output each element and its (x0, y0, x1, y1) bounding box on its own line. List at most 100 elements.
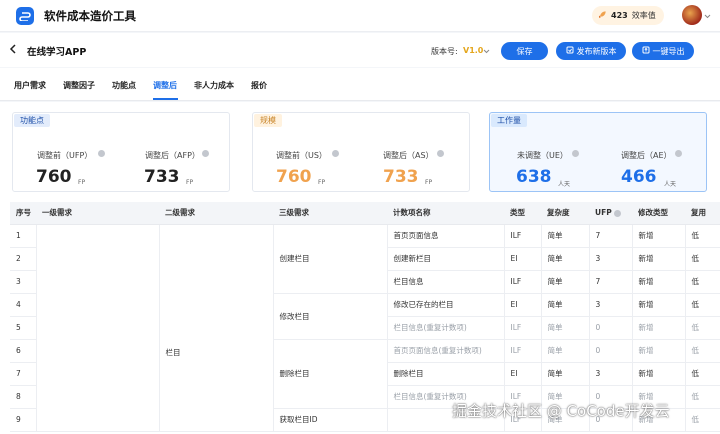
avatar[interactable] (682, 5, 702, 25)
save-button[interactable]: 保存 (501, 42, 548, 60)
publish-version-button[interactable]: 发布新版本 (556, 42, 626, 60)
cell-reuse[interactable]: 低 (684, 270, 720, 294)
cell-modify-type[interactable]: 新增 (631, 224, 685, 248)
metric-unit: 人天 (558, 181, 571, 188)
col-header: 二级需求 (159, 202, 273, 225)
cell-ufp: 0 (588, 316, 632, 340)
table-row[interactable]: 1 栏目 创建栏目 首页页面信息 ILF 简单 7 新增 低 (10, 224, 720, 432)
info-icon[interactable] (98, 150, 105, 157)
export-icon (642, 46, 650, 56)
app-title: 软件成本造价工具 (44, 9, 136, 23)
cell-modify-type[interactable]: 新增 (631, 316, 685, 340)
col-header: 三级需求 (273, 202, 387, 225)
cell-type[interactable]: EI (503, 293, 541, 317)
rocket-icon (598, 10, 607, 21)
metric-value: 733 (383, 167, 419, 187)
cell-reuse[interactable]: 低 (684, 385, 720, 409)
cell-complexity[interactable]: 简单 (540, 339, 589, 363)
cell-ufp: 3 (588, 293, 632, 317)
metric-unit: FP (318, 179, 326, 186)
cell-complexity[interactable]: 简单 (540, 293, 589, 317)
cell-complexity[interactable]: 简单 (540, 247, 589, 271)
info-icon[interactable] (675, 150, 682, 157)
metric-label: 调整后（AE） (621, 151, 672, 160)
cell-reuse[interactable]: 低 (684, 316, 720, 340)
function-points-card: 功能点 调整前（UFP） 760 FP 调整后（AFP） 733 FP (12, 112, 230, 192)
watermark: 掘金技术社区 @ CoCode开发云 (452, 402, 670, 420)
chevron-down-icon[interactable] (704, 12, 711, 21)
cell-reuse[interactable]: 低 (684, 224, 720, 248)
cell-level3[interactable]: 修改栏目 (272, 293, 387, 340)
metric-unit: FP (78, 179, 86, 186)
cell-name[interactable]: 首页页面信息(重复计数项) (386, 339, 504, 363)
cell-complexity[interactable]: 简单 (540, 224, 589, 248)
cell-modify-type[interactable]: 新增 (631, 362, 685, 386)
tab-adjusted[interactable]: 调整后 (153, 80, 177, 91)
tab-non-labor-cost[interactable]: 非人力成本 (194, 80, 234, 91)
cell-type[interactable]: ILF (503, 270, 541, 294)
cell-complexity[interactable]: 简单 (540, 270, 589, 294)
version-label: 版本号: (431, 47, 458, 56)
cell-modify-type[interactable]: 新增 (631, 247, 685, 271)
col-header: 类型 (504, 202, 541, 225)
cell-name[interactable]: 首页页面信息 (386, 224, 504, 248)
tab-quote[interactable]: 报价 (251, 80, 267, 91)
metric-value: 466 (621, 167, 657, 187)
cell-seq: 4 (10, 293, 36, 317)
efficiency-score-badge[interactable]: 423 效率值 (592, 6, 664, 25)
cell-complexity[interactable]: 简单 (540, 316, 589, 340)
cell-type[interactable]: ILF (503, 224, 541, 248)
publish-icon (566, 46, 574, 56)
cell-modify-type[interactable]: 新增 (631, 339, 685, 363)
tab-function-points[interactable]: 功能点 (112, 80, 136, 91)
cell-ufp: 3 (588, 247, 632, 271)
chevron-down-icon[interactable] (483, 47, 490, 56)
cell-level2[interactable]: 栏目 (158, 224, 273, 432)
cell-type[interactable]: EI (503, 247, 541, 271)
cell-type[interactable]: ILF (503, 339, 541, 363)
info-icon[interactable] (614, 209, 622, 217)
publish-button-label: 发布新版本 (576, 46, 617, 56)
cell-type[interactable]: ILF (503, 316, 541, 340)
info-icon[interactable] (437, 150, 444, 157)
metric-label: 调整后（AS） (383, 151, 434, 160)
info-icon[interactable] (332, 150, 339, 157)
metric-label: 调整前（US） (276, 151, 327, 160)
score-label: 效率值 (631, 11, 656, 20)
cell-name[interactable]: 栏目信息(重复计数项) (386, 316, 504, 340)
cell-reuse[interactable]: 低 (684, 362, 720, 386)
cell-type[interactable]: EI (503, 362, 541, 386)
cell-reuse[interactable]: 低 (684, 247, 720, 271)
cell-name[interactable]: 创建新栏目 (386, 247, 504, 271)
cell-level3[interactable]: 获取栏目ID (272, 408, 387, 432)
cell-name[interactable]: 删除栏目 (386, 362, 504, 386)
info-icon[interactable] (572, 150, 579, 157)
cell-modify-type[interactable]: 新增 (631, 293, 685, 317)
cell-ufp: 3 (588, 362, 632, 386)
top-bar: 软件成本造价工具 423 效率值 (0, 0, 720, 32)
version-select[interactable]: V1.0 (463, 46, 483, 55)
cell-name[interactable]: 修改已存在的栏目 (386, 293, 504, 317)
cell-reuse[interactable]: 低 (684, 408, 720, 432)
tab-adjust-factors[interactable]: 调整因子 (63, 80, 95, 91)
tab-bar: 用户需求 调整因子 功能点 调整后 非人力成本 报价 (0, 68, 720, 101)
cell-level3[interactable]: 删除栏目 (272, 339, 387, 409)
tab-user-requirements[interactable]: 用户需求 (14, 80, 46, 91)
cell-complexity[interactable]: 简单 (540, 362, 589, 386)
cell-reuse[interactable]: 低 (684, 339, 720, 363)
cell-modify-type[interactable]: 新增 (631, 270, 685, 294)
cell-level1[interactable] (35, 224, 159, 432)
logo-icon (16, 7, 34, 25)
info-icon[interactable] (202, 150, 209, 157)
cell-reuse[interactable]: 低 (684, 293, 720, 317)
export-button[interactable]: 一键导出 (632, 42, 694, 60)
col-header: 复杂度 (541, 202, 589, 225)
cell-ufp: 0 (588, 339, 632, 363)
cell-seq: 8 (10, 385, 36, 409)
metric-unit: FP (425, 179, 433, 186)
cell-level3[interactable]: 创建栏目 (272, 224, 387, 294)
back-arrow-icon[interactable] (9, 44, 18, 56)
metric-label: 调整前（UFP） (37, 151, 93, 160)
cell-name[interactable]: 栏目信息 (386, 270, 504, 294)
cell-seq: 3 (10, 270, 36, 294)
